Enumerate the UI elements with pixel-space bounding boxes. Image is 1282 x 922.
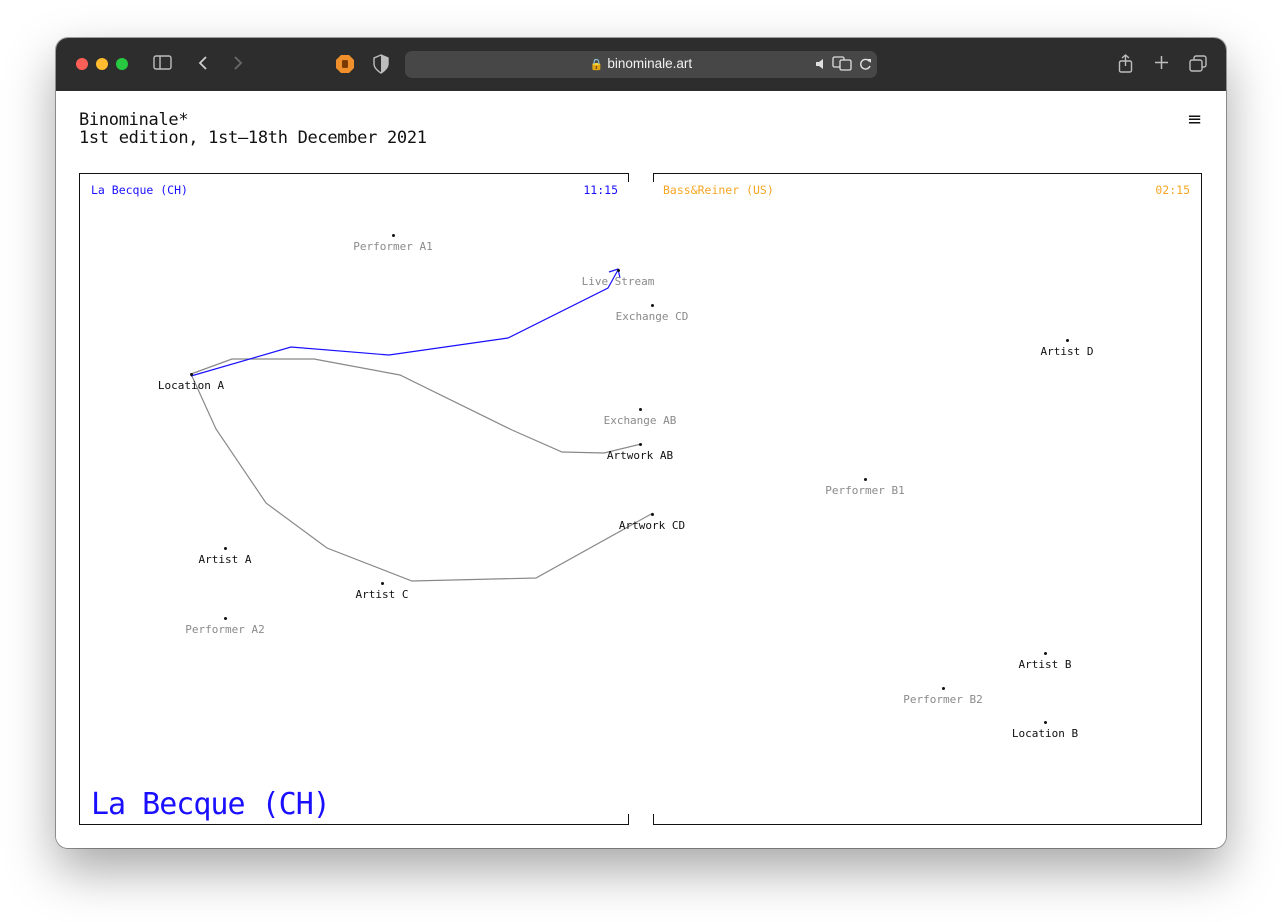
node-dot bbox=[863, 477, 867, 481]
node-dot bbox=[223, 616, 227, 620]
url-text: 🔒 binominale.art bbox=[589, 56, 693, 71]
lock-icon: 🔒 bbox=[589, 59, 604, 71]
node-label: Performer A1 bbox=[353, 240, 433, 253]
node-label: Artist A bbox=[198, 553, 252, 566]
sidebar-toggle-icon[interactable] bbox=[153, 55, 172, 74]
node-label: Artist D bbox=[1040, 345, 1094, 358]
close-window-button[interactable] bbox=[76, 58, 88, 70]
new-tab-icon[interactable] bbox=[1154, 55, 1169, 74]
node-dot bbox=[638, 442, 642, 446]
path-location-a-artwork-ab bbox=[190, 358, 642, 454]
share-icon[interactable] bbox=[1118, 54, 1133, 78]
shield-icon[interactable] bbox=[373, 54, 389, 78]
address-bar[interactable]: 🔒 binominale.art bbox=[405, 51, 877, 78]
privacy-extension-icon[interactable] bbox=[335, 54, 355, 78]
node-dot bbox=[941, 686, 945, 690]
node-dot bbox=[1043, 720, 1047, 724]
minimize-window-button[interactable] bbox=[96, 58, 108, 70]
node-label: Artwork AB bbox=[606, 449, 674, 462]
node-dot bbox=[189, 372, 193, 376]
node-dot bbox=[223, 546, 227, 550]
web-page: Binominale* 1st edition, 1st–18th Decemb… bbox=[56, 91, 1226, 848]
node-dot bbox=[650, 512, 654, 516]
path-location-a-artwork-cd bbox=[190, 373, 654, 582]
node-label: Location B bbox=[1011, 727, 1079, 740]
node-label: Exchange CD bbox=[615, 310, 689, 323]
browser-window: 🔒 binominale.art Binominale* 1st edition… bbox=[56, 38, 1226, 848]
audio-icon[interactable] bbox=[815, 56, 827, 75]
node-label: Location A bbox=[157, 379, 225, 392]
zoom-window-button[interactable] bbox=[116, 58, 128, 70]
node-dot bbox=[1043, 651, 1047, 655]
node-label: Exchange AB bbox=[603, 414, 677, 427]
node-label: Performer B2 bbox=[903, 693, 983, 706]
node-label: Artist C bbox=[355, 588, 409, 601]
node-label: Live Stream bbox=[581, 275, 655, 288]
tab-overview-icon[interactable] bbox=[1189, 55, 1207, 76]
node-label: Artist B bbox=[1018, 658, 1072, 671]
node-label: Performer B1 bbox=[825, 484, 905, 497]
node-dot bbox=[380, 581, 384, 585]
node-dot bbox=[650, 303, 654, 307]
forward-icon[interactable] bbox=[232, 55, 244, 75]
node-label: Artwork CD bbox=[618, 519, 686, 532]
reload-icon[interactable] bbox=[859, 56, 872, 75]
back-icon[interactable] bbox=[197, 55, 209, 75]
browser-toolbar: 🔒 binominale.art bbox=[56, 38, 1226, 92]
node-dot bbox=[1065, 338, 1069, 342]
node-dot bbox=[638, 407, 642, 411]
path-location-a-live-stream bbox=[190, 269, 619, 377]
translate-icon[interactable] bbox=[832, 56, 852, 75]
node-dot bbox=[391, 233, 395, 237]
node-label: Performer A2 bbox=[185, 623, 265, 636]
node-dot bbox=[616, 268, 620, 272]
